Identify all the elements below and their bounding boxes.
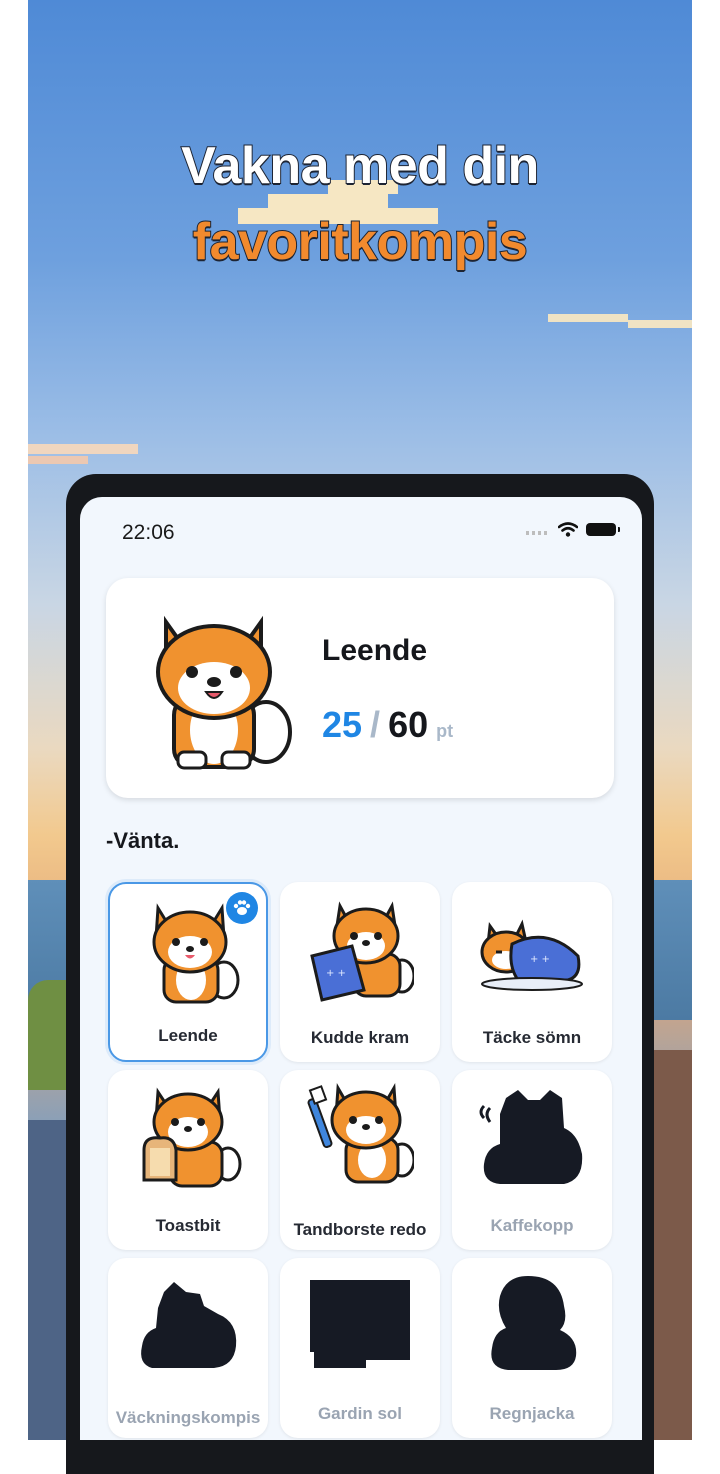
points-unit: pt	[436, 721, 454, 741]
shiba-pillow-icon: + +	[310, 901, 414, 1002]
cloud	[28, 456, 88, 464]
pet-card-label: Väckningskompis	[115, 1408, 261, 1427]
promo-headline-line2: favoritkompis	[192, 212, 529, 272]
shiba-blanket-icon: + +	[480, 919, 583, 991]
app-screen: 22:06 Leende 25 / 60 pt -Vänta. Leende +…	[80, 497, 642, 1440]
pet-card-regnjacka[interactable]: Regnjacka	[452, 1258, 612, 1438]
pet-card-kaffekopp[interactable]: Kaffekopp	[452, 1070, 612, 1250]
locked-silhouette-icon	[141, 1282, 237, 1368]
pet-card-label: Toastbit	[155, 1216, 221, 1235]
cloud	[548, 314, 628, 322]
signal-dots-icon	[526, 531, 550, 535]
current-pet-name: Leende	[322, 634, 428, 667]
battery-icon	[586, 522, 620, 536]
pet-card-tandborste-redo[interactable]: Tandborste redo	[280, 1070, 440, 1250]
pet-card-gardin-sol[interactable]: Gardin sol	[280, 1258, 440, 1438]
section-title: -Vänta.	[106, 828, 180, 853]
pet-card-kudde-kram[interactable]: + + Kudde kram	[280, 882, 440, 1062]
shiba-toast-icon	[142, 1087, 242, 1188]
cloud	[28, 444, 138, 454]
svg-text:+ +: + +	[326, 968, 346, 979]
paw-icon	[226, 892, 258, 924]
status-icons	[526, 521, 620, 537]
locked-silhouette-icon	[310, 1280, 410, 1368]
pet-card-label: Tandborste redo	[293, 1220, 427, 1239]
locked-silhouette-icon	[491, 1276, 577, 1370]
pet-card-vackningskompis[interactable]: Väckningskompis	[108, 1258, 268, 1438]
promo-headline-line1: Vakna med din	[180, 136, 540, 196]
cloud	[628, 320, 692, 328]
points-current: 25	[322, 704, 363, 745]
pet-card-label: Täcke sömn	[482, 1028, 582, 1047]
status-time: 22:06	[122, 521, 175, 544]
wifi-icon	[558, 522, 578, 537]
pet-card-label: Gardin sol	[317, 1404, 403, 1423]
pet-card-toastbit[interactable]: Toastbit	[108, 1070, 268, 1250]
pet-card-label: Regnjacka	[489, 1404, 575, 1423]
pet-card-label: Kudde kram	[310, 1028, 410, 1047]
svg-text:+ +: + +	[530, 954, 550, 965]
locked-silhouette-icon	[479, 1090, 583, 1184]
shiba-smile-icon	[156, 615, 292, 770]
current-pet-card: Leende 25 / 60 pt	[106, 578, 614, 798]
pet-collection-grid: Leende + + Kudde kram + + Täcke sömn Toa…	[108, 882, 616, 1438]
points-display: 25 / 60 pt	[322, 704, 453, 746]
cloud	[268, 194, 388, 210]
pet-card-leende[interactable]: Leende	[108, 882, 268, 1062]
pet-card-label: Leende	[158, 1026, 218, 1045]
pet-card-tacke-somn[interactable]: + + Täcke sömn	[452, 882, 612, 1062]
pet-card-label: Kaffekopp	[490, 1216, 574, 1235]
points-separator: /	[370, 704, 381, 745]
points-max: 60	[388, 704, 429, 745]
shiba-toothbrush-icon	[307, 1083, 414, 1184]
